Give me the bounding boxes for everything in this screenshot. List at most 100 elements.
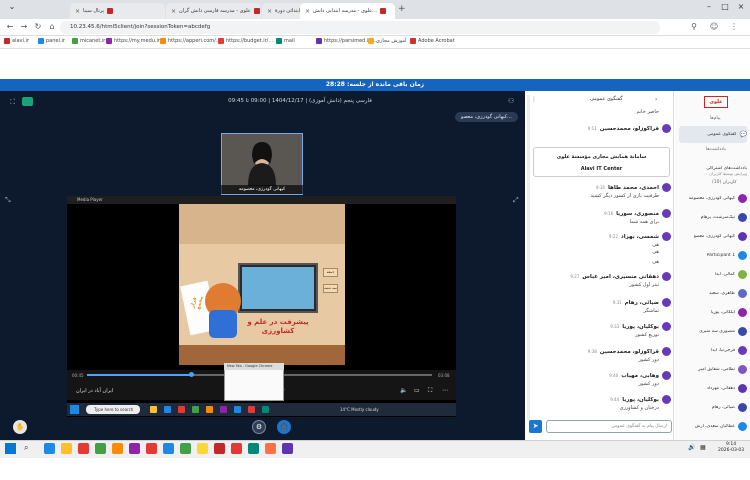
taskbar-app-icon[interactable]: [163, 443, 174, 454]
browser-tab[interactable]: × علوی - مدرسه فارسی دانش گران: [166, 3, 261, 19]
chat-avatar: [662, 371, 671, 380]
participant-item[interactable]: عطائیان سعدی، آرش: [679, 418, 747, 435]
chat-message: 9:27 دهقانی منسیری، امیر عباس تیتر اول کشو…: [533, 272, 671, 288]
participant-item[interactable]: فرجی‌نیا، آیدا: [679, 342, 747, 359]
send-message-button[interactable]: ➤: [529, 420, 542, 433]
address-bar[interactable]: 10.23.45.6/html5client/join?sessionToken…: [60, 21, 660, 34]
close-icon[interactable]: ×: [305, 8, 310, 15]
bookmark-favicon-icon: [106, 38, 112, 44]
taskbar-app-icon[interactable]: [180, 443, 191, 454]
public-chat-item[interactable]: گفتگوی عمومی 💬: [679, 126, 747, 143]
more-icon[interactable]: ⋯: [442, 387, 448, 394]
volume-icon[interactable]: 🔈: [400, 387, 407, 394]
new-tab-icon[interactable]: +: [398, 4, 406, 14]
minimize-icon[interactable]: –: [702, 2, 716, 11]
chat-input[interactable]: ارسال پیام به گفتگوی عمومی: [546, 420, 672, 433]
system-clock[interactable]: 9:14 2026-03-03: [718, 442, 744, 454]
participant-item[interactable]: کیهانی گودرزی، معصومه: [679, 190, 747, 207]
bookmark-item[interactable]: mail: [276, 38, 295, 44]
audio-settings-icon[interactable]: ⚙: [252, 420, 266, 434]
chat-message: 9:14 احمدی، محمد طاها ظرفیت بازی از کشور د…: [533, 183, 671, 199]
reload-icon[interactable]: ↻: [32, 22, 44, 31]
chat-options-icon[interactable]: ⋮: [531, 96, 537, 103]
favicon-icon: [253, 8, 260, 14]
network-tray-icon[interactable]: ▦: [700, 444, 706, 451]
expand-screen-icon[interactable]: ⤢: [513, 196, 519, 205]
participant-item[interactable]: ایلکانی، پوریا: [679, 304, 747, 321]
bookmark-item[interactable]: https://my.medu.ir/...: [106, 38, 166, 44]
chat-header: گفتگوی عمومی: [590, 96, 623, 102]
participants-toggle-icon[interactable]: ⚇: [508, 97, 514, 105]
participant-item[interactable]: نظامی، شقایق امیر: [679, 361, 747, 378]
taskbar-app-icon[interactable]: [146, 443, 157, 454]
home-icon[interactable]: ⌂: [46, 22, 58, 31]
chat-message: هی: [652, 259, 659, 265]
participant-item[interactable]: ضیائی، رهام: [679, 399, 747, 416]
headphones-icon[interactable]: 🎧: [277, 420, 291, 434]
chat-close-icon[interactable]: ›: [655, 96, 657, 103]
bookmark-favicon-icon: [316, 38, 322, 44]
menu-icon[interactable]: ⋮: [728, 22, 740, 31]
close-window-icon[interactable]: ×: [734, 2, 748, 11]
cast-icon[interactable]: ▭: [414, 387, 420, 394]
chat-avatar: [662, 395, 671, 404]
search-icon[interactable]: ⌕: [24, 443, 28, 453]
taskbar-app-icon[interactable]: [231, 443, 242, 454]
fullscreen-icon[interactable]: ⛶: [10, 98, 15, 107]
minimize-screen-icon[interactable]: ⤡: [5, 196, 11, 205]
windows-start-button[interactable]: [5, 443, 16, 454]
profile-icon[interactable]: ☺: [708, 22, 720, 31]
participant-item[interactable]: کیهانی گودرزی، معصو: [679, 228, 747, 245]
chat-welcome-notice: سامانهٔ همایش مجازی مؤسسهٔ علوی Alavi IT…: [533, 147, 670, 177]
bookmark-item[interactable]: آموزش مجازی: [368, 38, 407, 44]
stats-icon[interactable]: [22, 97, 33, 106]
raise-hand-icon[interactable]: ✋: [13, 420, 27, 434]
shared-taskbar-icon: [150, 406, 157, 413]
taskbar-app-icon[interactable]: [265, 443, 276, 454]
taskbar-app-icon[interactable]: [214, 443, 225, 454]
taskbar-app-icon[interactable]: [248, 443, 259, 454]
back-icon[interactable]: ←: [4, 22, 16, 31]
taskbar-app-icon[interactable]: [112, 443, 123, 454]
taskbar-app-icon[interactable]: [282, 443, 293, 454]
taskbar-app-icon[interactable]: [129, 443, 140, 454]
taskbar-app-icon[interactable]: [78, 443, 89, 454]
taskbar-app-icon[interactable]: [61, 443, 72, 454]
close-icon[interactable]: ×: [75, 8, 80, 15]
maximize-icon[interactable]: □: [718, 2, 732, 11]
close-icon[interactable]: ×: [267, 8, 272, 15]
bookmark-item[interactable]: https://budget.ir/...: [218, 38, 273, 44]
forward-icon[interactable]: →: [18, 22, 30, 31]
participant-item[interactable]: طاهری، سعید: [679, 285, 747, 302]
participant-item[interactable]: Participant 1: [679, 247, 747, 264]
close-icon[interactable]: ×: [171, 8, 176, 15]
chat-avatar: [662, 209, 671, 218]
extensions-icon[interactable]: ⚲: [688, 22, 700, 31]
shared-notes-item[interactable]: یادداشت‌های اشتراکی ویرایش توسط کاربران: [679, 156, 747, 176]
chat-message: 9:38 قراگوزلو، محمدحسین دور کشور: [533, 347, 671, 363]
bookmark-item[interactable]: https://apperi.com/...: [160, 38, 221, 44]
bookmark-item[interactable]: micanet.ir: [72, 38, 105, 44]
browser-tab[interactable]: × پرتال سینا: [70, 3, 165, 19]
bookmark-item[interactable]: alavi.ir: [4, 38, 29, 44]
tv-label-right: سه شنبه: [323, 284, 338, 293]
bookmark-item[interactable]: Adobe Acrobat: [410, 38, 455, 44]
tab-search-icon[interactable]: ⌄: [5, 2, 19, 11]
presenter-chip[interactable]: کیهانی گودرزی، معصو...: [455, 112, 518, 122]
shared-taskbar-icon: [178, 406, 185, 413]
taskbar-app-icon[interactable]: [95, 443, 106, 454]
seek-handle[interactable]: [189, 372, 194, 377]
participant-item[interactable]: کمالی، آیدا: [679, 266, 747, 283]
taskbar-app-icon[interactable]: [44, 443, 55, 454]
chat-scrollbar[interactable]: [527, 95, 530, 420]
fullscreen-player-icon[interactable]: ⛶: [428, 387, 432, 395]
participant-item[interactable]: نیک‌سرشت، پرهام: [679, 209, 747, 226]
bookmark-item[interactable]: panel.ir: [38, 38, 65, 44]
chat-avatar: [662, 232, 671, 241]
taskbar-app-icon[interactable]: [197, 443, 208, 454]
volume-tray-icon[interactable]: 🔊: [688, 444, 695, 451]
participant-item[interactable]: منصوری سه منیری: [679, 323, 747, 340]
browser-tab-active[interactable]: × علوی - مدرسه ابتدایی دانش...: [300, 3, 395, 19]
participant-avatar: [738, 327, 747, 336]
participant-item[interactable]: دهقانی، مهرداد: [679, 380, 747, 397]
